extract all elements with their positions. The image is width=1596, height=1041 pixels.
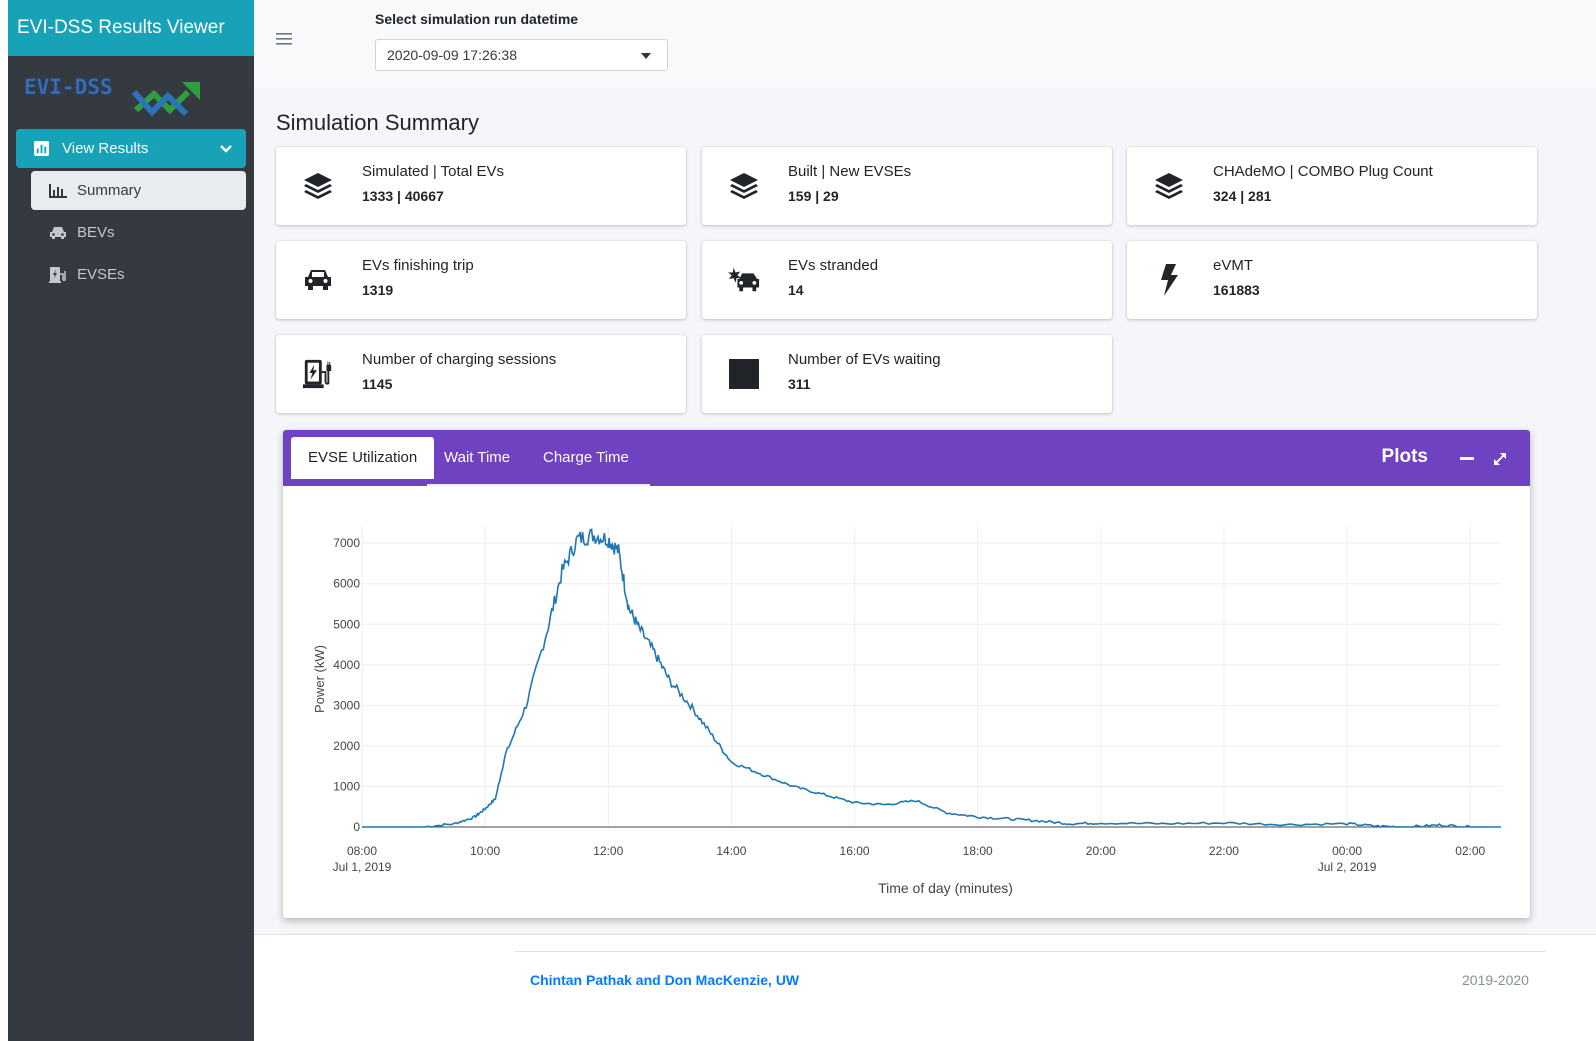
layer-group-icon xyxy=(302,170,334,202)
evse-utilization-chart[interactable]: 0 1000 2000 3000 4000 5000 6000 7000 08:00 Jul 1,… xyxy=(283,486,1530,918)
info-box-title: EVs stranded xyxy=(788,257,879,274)
chart-bar-outline-icon xyxy=(49,183,69,198)
caret-down-icon xyxy=(641,53,651,59)
info-box-value: 311 xyxy=(788,376,811,392)
y-tick-label: 5000 xyxy=(333,617,360,631)
info-box-title: eVMT xyxy=(1213,257,1254,274)
y-tick-label: 4000 xyxy=(333,658,360,672)
info-box-value: 1333 | 40667 xyxy=(362,188,444,204)
y-tick-label: 0 xyxy=(353,820,360,834)
page-title: Simulation Summary xyxy=(276,110,479,135)
run-datetime-select[interactable]: 2020-09-09 17:26:38 xyxy=(375,39,668,71)
sidebar-item-label: BEVs xyxy=(77,224,115,241)
charging-station-icon xyxy=(49,266,69,284)
x-tick-label: 16:00 xyxy=(840,844,870,858)
x-tick-label: 14:00 xyxy=(716,844,746,858)
x-tick-date-label: Jul 2, 2019 xyxy=(1318,860,1377,874)
footer-years: 2019-2020 xyxy=(1462,972,1529,988)
expand-icon[interactable] xyxy=(1489,448,1511,470)
info-box-title: Number of charging sessions xyxy=(362,351,557,368)
sidebar: EVI-DSS Results Viewer EVI-DSS View Resu… xyxy=(8,0,254,1041)
x-tick-label: 18:00 xyxy=(963,844,993,858)
info-box-title: Built | New EVSEs xyxy=(788,163,912,180)
y-tick-label: 2000 xyxy=(333,739,360,753)
sidebar-item-evses[interactable]: EVSEs xyxy=(31,255,246,294)
evi-dss-logo: EVI-DSS xyxy=(24,75,200,117)
info-box-charging-sessions: Number of charging sessions 1145 xyxy=(276,335,686,413)
left-edge-strip xyxy=(0,0,8,1041)
y-axis-label: Power (kW) xyxy=(312,645,327,713)
run-select-label: Select simulation run datetime xyxy=(375,11,579,27)
car-crash-icon xyxy=(728,264,760,296)
y-tick-label: 6000 xyxy=(333,577,360,591)
info-box-title: Simulated | Total EVs xyxy=(362,163,505,180)
logo-text: EVI-DSS xyxy=(24,75,113,99)
chart-bar-icon xyxy=(34,141,52,156)
plots-card-title: Plots xyxy=(1381,446,1428,467)
info-box-value: 161883 xyxy=(1213,282,1260,298)
info-box-evs-stranded: EVs stranded 14 xyxy=(702,241,1112,319)
footer-divider xyxy=(515,951,1546,952)
plots-card: EVSE Utilization Wait Time Charge Time P… xyxy=(283,430,1530,918)
y-tick-label: 1000 xyxy=(333,779,360,793)
sidebar-item-summary[interactable]: Summary xyxy=(31,171,246,210)
sidebar-item-bevs[interactable]: BEVs xyxy=(31,213,246,252)
info-box-value: 324 | 281 xyxy=(1213,188,1272,204)
x-tick-label: 00:00 xyxy=(1332,844,1362,858)
app-title[interactable]: EVI-DSS Results Viewer xyxy=(8,0,254,56)
chevron-down-icon xyxy=(220,144,232,154)
y-tick-label: 7000 xyxy=(333,536,360,550)
info-box-value: 14 xyxy=(788,282,804,298)
info-box-plug-count: CHAdeMO | COMBO Plug Count 324 | 281 xyxy=(1127,147,1537,225)
footer-divider xyxy=(254,934,1596,935)
info-box-value: 159 | 29 xyxy=(788,188,839,204)
hamburger-menu-icon[interactable] xyxy=(276,32,294,54)
info-box-built-evses: Built | New EVSEs 159 | 29 xyxy=(702,147,1112,225)
x-axis-label: Time of day (minutes) xyxy=(878,880,1013,896)
info-box-value: 1145 xyxy=(362,376,393,392)
nav-view-results-label: View Results xyxy=(62,140,149,157)
x-tick-label: 22:00 xyxy=(1209,844,1239,858)
info-box-title: Number of EVs waiting xyxy=(788,351,941,368)
x-tick-label: 08:00 xyxy=(347,844,377,858)
minus-icon[interactable] xyxy=(1456,448,1478,470)
info-box-value: 1319 xyxy=(362,282,394,298)
power-series-line xyxy=(362,528,1501,828)
info-box-evs-waiting: Number of EVs waiting 311 xyxy=(702,335,1112,413)
x-tick-label: 10:00 xyxy=(470,844,500,858)
footer-credits-link[interactable]: Chintan Pathak and Don MacKenzie, UW xyxy=(530,972,799,988)
square-icon xyxy=(728,358,760,390)
sidebar-item-label: EVSEs xyxy=(77,266,125,283)
tab-charge-time[interactable]: Charge Time xyxy=(526,437,646,479)
layer-group-icon xyxy=(728,170,760,202)
nav-view-results[interactable]: View Results xyxy=(16,129,246,168)
info-box-title: CHAdeMO | COMBO Plug Count xyxy=(1213,163,1433,180)
x-tick-label: 20:00 xyxy=(1086,844,1116,858)
plots-card-header: EVSE Utilization Wait Time Charge Time P… xyxy=(283,430,1530,486)
x-tick-label: 02:00 xyxy=(1455,844,1485,858)
sidebar-item-label: Summary xyxy=(77,182,142,199)
tab-evse-utilization[interactable]: EVSE Utilization xyxy=(291,437,435,479)
tab-wait-time[interactable]: Wait Time xyxy=(427,437,527,479)
layer-group-icon xyxy=(1153,170,1185,202)
run-datetime-value: 2020-09-09 17:26:38 xyxy=(387,47,517,63)
y-tick-label: 3000 xyxy=(333,698,360,712)
info-box-evs-finishing: EVs finishing trip 1319 xyxy=(276,241,686,319)
bolt-icon xyxy=(1153,264,1185,296)
info-box-title: EVs finishing trip xyxy=(362,257,474,274)
car-icon xyxy=(49,226,69,240)
info-box-evmt: eVMT 161883 xyxy=(1127,241,1537,319)
charging-station-icon xyxy=(302,358,334,390)
x-tick-date-label: Jul 1, 2019 xyxy=(333,860,392,874)
car-icon xyxy=(302,264,334,296)
x-tick-label: 12:00 xyxy=(593,844,623,858)
info-box-simulated-evs: Simulated | Total EVs 1333 | 40667 xyxy=(276,147,686,225)
